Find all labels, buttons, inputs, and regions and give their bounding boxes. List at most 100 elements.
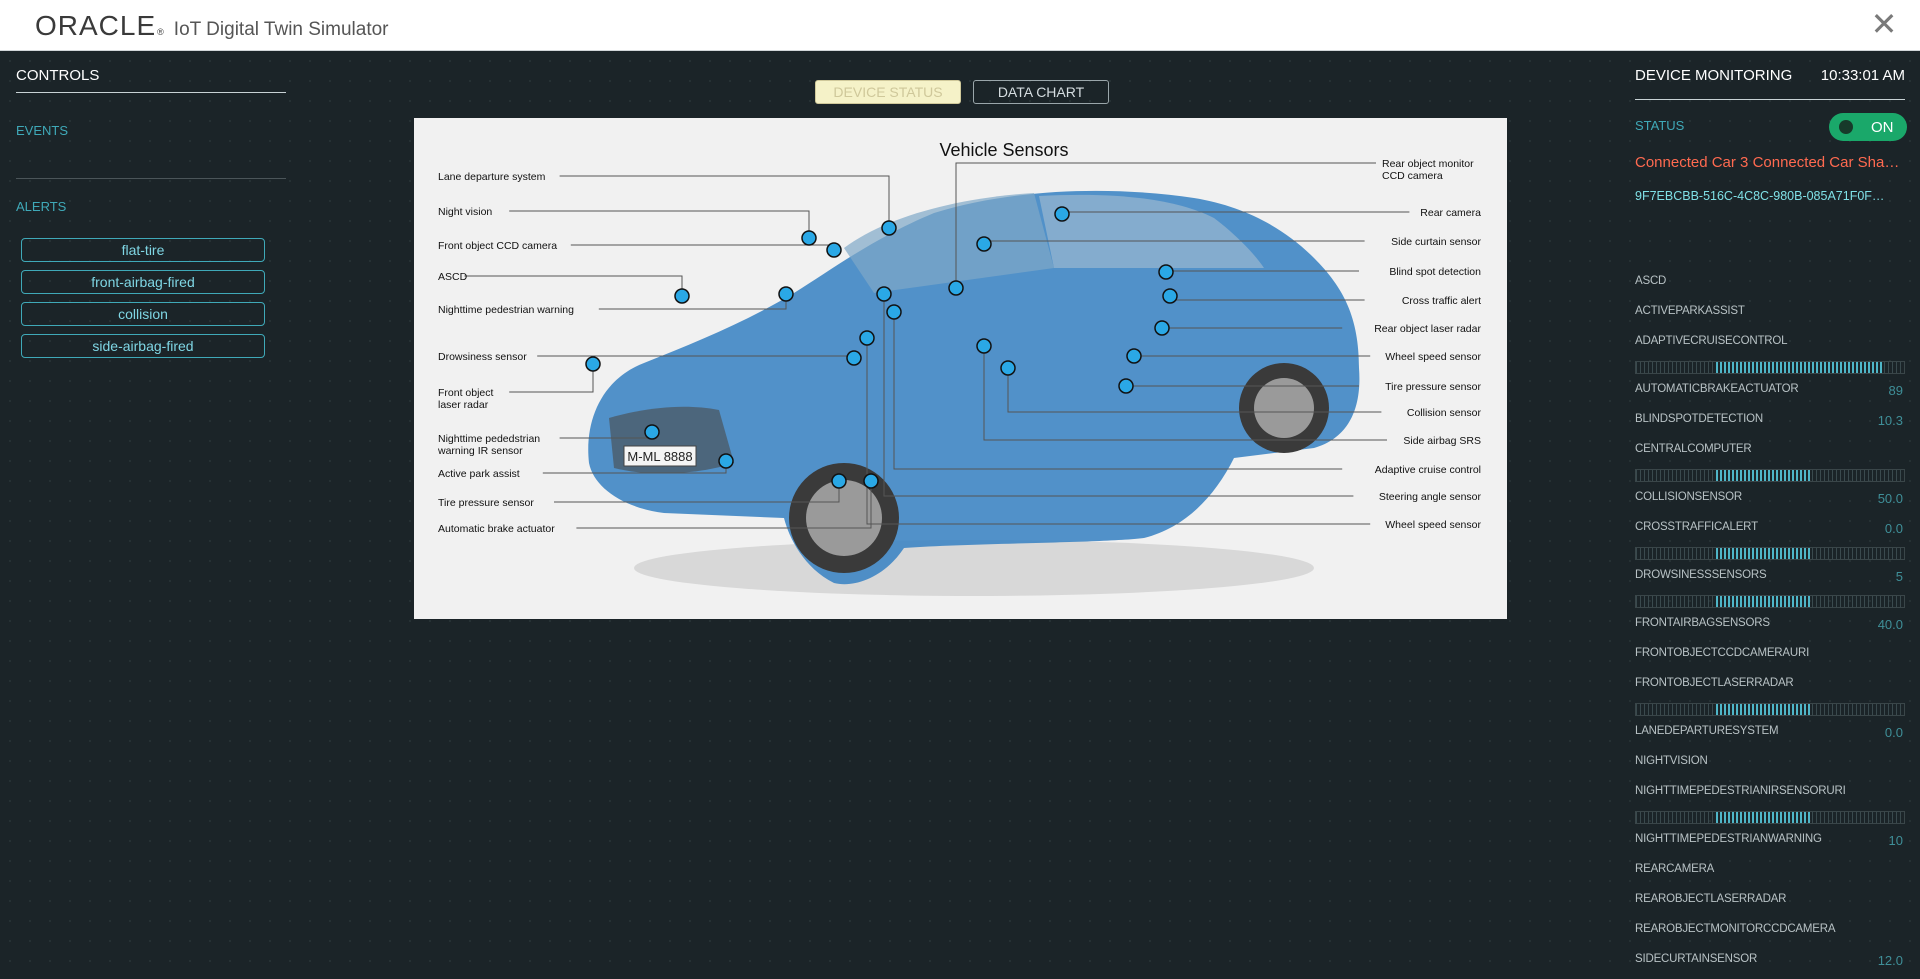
sensor-label-right-0: Rear object monitor CCD camera — [1382, 158, 1474, 182]
sensor-value: 10 — [1888, 833, 1903, 848]
sensor-label-right-8: Collision sensor — [1407, 407, 1482, 419]
sensor-name: COLLISIONSENSOR — [1635, 491, 1742, 503]
car-shadow — [634, 540, 1314, 596]
sensor-marker[interactable] — [644, 424, 660, 440]
sensor-marker[interactable] — [674, 288, 690, 304]
sensor-marker[interactable] — [976, 236, 992, 252]
sensor-row: NIGHTTIMEPEDESTRIANWARNING 10 — [1635, 811, 1905, 859]
monitoring-title: DEVICE MONITORING — [1635, 67, 1793, 84]
sensor-name: CENTRALCOMPUTER — [1635, 443, 1752, 455]
toggle-label: ON — [1871, 119, 1894, 136]
sensor-marker[interactable] — [718, 453, 734, 469]
leader-line — [464, 275, 683, 296]
sensor-name: BLINDSPOTDETECTION — [1635, 413, 1764, 425]
app-title: IoT Digital Twin Simulator — [173, 19, 389, 40]
diagram-canvas: Vehicle Sensors M-ML 8888 Lane departure… — [437, 140, 1482, 596]
sensor-marker[interactable] — [859, 330, 875, 346]
sensor-label-right-11: Steering angle sensor — [1379, 491, 1482, 503]
sensor-level-bar — [1635, 595, 1905, 608]
sensor-level-bar — [1635, 811, 1905, 824]
sensor-name: FRONTAIRBAGSENSORS — [1635, 617, 1770, 629]
tab-data-chart[interactable]: DATA CHART — [973, 80, 1109, 104]
status-row: STATUS ON — [1635, 100, 1907, 142]
sensor-label-left-10: Automatic brake actuator — [438, 523, 555, 535]
sensor-row: REAROBJECTLASERRADAR — [1635, 889, 1905, 919]
status-toggle[interactable]: ON — [1829, 113, 1907, 141]
leader-line — [509, 210, 810, 238]
sensor-marker[interactable] — [585, 356, 601, 372]
sensor-label-left-0: Lane departure system — [438, 171, 546, 183]
sensor-label-right-12: Wheel speed sensor — [1385, 519, 1481, 531]
close-icon[interactable]: ✕ — [1868, 8, 1900, 40]
sensor-marker[interactable] — [846, 350, 862, 366]
oracle-logo: ORACLE — [35, 10, 157, 41]
sensor-name: NIGHTVISION — [1635, 755, 1708, 767]
sensor-marker[interactable] — [1162, 288, 1178, 304]
sensor-marker[interactable] — [1118, 378, 1134, 394]
clock: 10:33:01 AM — [1820, 67, 1905, 84]
sensor-label-right-2: Side curtain sensor — [1391, 236, 1481, 248]
sensor-value: 0.0 — [1884, 521, 1903, 536]
sensor-marker[interactable] — [876, 286, 892, 302]
status-label: STATUS — [1635, 118, 1685, 133]
device-id: 9F7EBCBB-516C-4C8C-980B-085A71F0F… — [1635, 189, 1885, 203]
sensor-marker[interactable] — [1158, 264, 1174, 280]
sensor-value: 12.0 — [1877, 953, 1903, 968]
alert-button-front-airbag-fired[interactable]: front-airbag-fired — [21, 270, 265, 294]
sensor-row: NIGHTTIMEPEDESTRIANIRSENSORURI — [1635, 781, 1905, 811]
sensor-row: AUTOMATICBRAKEACTUATOR 89 — [1635, 361, 1905, 409]
sensor-value: 5 — [1895, 569, 1903, 584]
car-illustration: M-ML 8888 — [588, 190, 1360, 585]
sensor-row: ADAPTIVECRUISECONTROL — [1635, 331, 1905, 361]
events-label: EVENTS — [16, 123, 69, 138]
sensor-row: DROWSINESSSENSORS 5 — [1635, 547, 1905, 595]
sensor-marker[interactable] — [948, 280, 964, 296]
sensor-name: LANEDEPARTURESYSTEM — [1635, 725, 1779, 737]
sensor-marker[interactable] — [1054, 206, 1070, 222]
sensor-name: CROSSTRAFFICALERT — [1635, 521, 1758, 533]
diagram-title: Vehicle Sensors — [939, 140, 1068, 160]
sensor-name: FRONTOBJECTLASERRADAR — [1635, 677, 1794, 689]
sensor-row: NIGHTVISION — [1635, 751, 1905, 781]
sensor-marker[interactable] — [863, 473, 879, 489]
sensor-row: FRONTAIRBAGSENSORS 40.0 — [1635, 595, 1905, 643]
sensor-row: SIDECURTAINSENSOR 12.0 — [1635, 949, 1905, 979]
tab-device-status[interactable]: DEVICE STATUS — [815, 80, 961, 104]
sensor-marker[interactable] — [826, 242, 842, 258]
sensor-marker[interactable] — [1000, 360, 1016, 376]
leader-line — [509, 364, 594, 393]
sensor-name: FRONTOBJECTCCDCAMERAURI — [1635, 647, 1810, 659]
toggle-knob — [1839, 120, 1853, 134]
sensor-marker[interactable] — [1126, 348, 1142, 364]
sensor-marker[interactable] — [831, 473, 847, 489]
alert-button-flat-tire[interactable]: flat-tire — [21, 238, 265, 262]
sensor-level-bar — [1635, 361, 1905, 374]
alert-button-collision[interactable]: collision — [21, 302, 265, 326]
sensor-marker[interactable] — [778, 286, 794, 302]
sensor-marker[interactable] — [801, 230, 817, 246]
sensor-marker[interactable] — [886, 304, 902, 320]
alert-list: flat-tire front-airbag-fired collision s… — [21, 238, 286, 358]
sensor-value: 40.0 — [1877, 617, 1903, 632]
sensor-row: REARCAMERA — [1635, 859, 1905, 889]
sensor-row: LANEDEPARTURESYSTEM 0.0 — [1635, 703, 1905, 751]
sensor-level-fill — [1716, 470, 1810, 481]
sensor-value: 89 — [1888, 383, 1903, 398]
controls-title: CONTROLS — [16, 67, 286, 93]
sensor-marker[interactable] — [976, 338, 992, 354]
sensor-row: BLINDSPOTDETECTION 10.3 — [1635, 409, 1905, 439]
sensor-name: ADAPTIVECRUISECONTROL — [1635, 335, 1788, 347]
sensor-level-fill — [1716, 812, 1810, 823]
sensor-name: AUTOMATICBRAKEACTUATOR — [1635, 383, 1799, 395]
sensor-row: CROSSTRAFFICALERT 0.0 — [1635, 517, 1905, 547]
sensor-label-left-9: Tire pressure sensor — [438, 497, 534, 509]
leader-line — [598, 294, 787, 310]
sensor-marker[interactable] — [881, 220, 897, 236]
alert-button-side-airbag-fired[interactable]: side-airbag-fired — [21, 334, 265, 358]
sensor-label-right-10: Adaptive cruise control — [1375, 464, 1481, 476]
sensor-marker[interactable] — [1154, 320, 1170, 336]
sensor-label-left-1: Night vision — [438, 206, 492, 218]
sensor-name: SIDECURTAINSENSOR — [1635, 953, 1758, 965]
sensor-label-right-6: Wheel speed sensor — [1385, 351, 1481, 363]
sensor-level-fill — [1716, 704, 1810, 715]
